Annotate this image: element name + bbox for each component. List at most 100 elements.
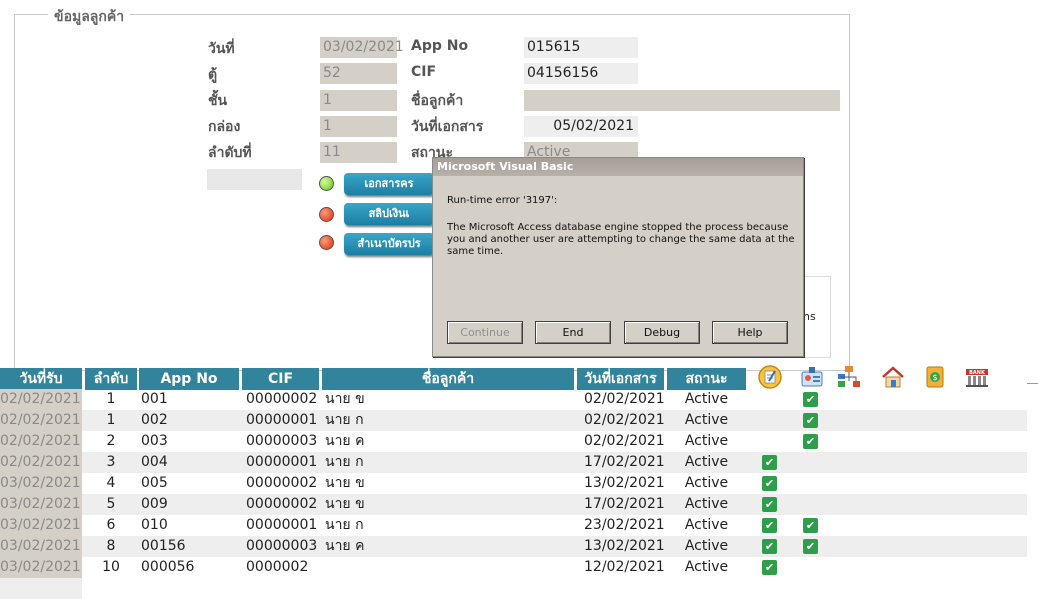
cell-appno[interactable]: 002 [141, 410, 239, 431]
table-row[interactable]: 02/02/2021 1 002 00000001 นาย ก 02/02/2021 Act… [0, 410, 1027, 431]
cell-status[interactable]: Active [667, 557, 746, 578]
cell-appno[interactable]: 009 [141, 494, 239, 515]
cell-received-date[interactable]: 02/02/2021 [0, 410, 82, 431]
cell-doc-date[interactable]: 17/02/2021 [584, 494, 665, 515]
id-card-checkbox-icon[interactable]: ✔ [803, 434, 818, 449]
customer-name-field[interactable] [524, 90, 840, 111]
cell-cif[interactable]: 00000002 [246, 494, 317, 515]
cell-status[interactable]: Active [667, 431, 746, 452]
slip-button[interactable]: สลิปเงินเ [344, 203, 434, 225]
col-header-doc-date[interactable]: วันที่เอกสาร [577, 368, 664, 390]
cell-status[interactable]: Active [667, 536, 746, 557]
table-row[interactable]: 03/02/2021 8 00156 00000003 นาย ค 13/02/2021 A… [0, 536, 1027, 557]
memo-checkbox-icon[interactable]: ✔ [762, 518, 777, 533]
cell-cif[interactable]: 00000001 [246, 410, 317, 431]
cell-received-date[interactable]: 02/02/2021 [0, 389, 82, 410]
cell-received-date[interactable]: 02/02/2021 [0, 431, 82, 452]
cell-customer-name[interactable]: นาย ค [325, 431, 573, 452]
cell-doc-date[interactable]: 23/02/2021 [584, 515, 665, 536]
cell-seq[interactable]: 3 [85, 452, 137, 473]
col-header-appno[interactable]: App No [139, 368, 239, 390]
col-header-customer-name[interactable]: ชื่อลูกค้า [322, 368, 574, 390]
cell-received-date[interactable]: 03/02/2021 [0, 557, 82, 578]
cell-appno[interactable]: 005 [141, 473, 239, 494]
col-header-received-date[interactable]: วันที่รับ [0, 368, 82, 390]
cell-customer-name[interactable] [325, 557, 573, 578]
id-card-checkbox-icon[interactable]: ✔ [803, 413, 818, 428]
id-card-checkbox-icon[interactable]: ✔ [803, 392, 818, 407]
cell-appno[interactable]: 000056 [141, 557, 239, 578]
cell-appno[interactable]: 010 [141, 515, 239, 536]
date-field[interactable]: 03/02/2021 [320, 37, 404, 58]
cell-customer-name[interactable]: นาย ข [325, 473, 573, 494]
col-header-status[interactable]: สถานะ [667, 368, 746, 390]
cell-status[interactable]: Active [667, 410, 746, 431]
cell-appno[interactable]: 00156 [141, 536, 239, 557]
cell-status[interactable]: Active [667, 452, 746, 473]
cell-appno[interactable]: 004 [141, 452, 239, 473]
cell-seq[interactable]: 10 [85, 557, 137, 578]
cell-received-date[interactable]: 03/02/2021 [0, 494, 82, 515]
cell-status[interactable]: Active [667, 494, 746, 515]
cell-doc-date[interactable]: 17/02/2021 [584, 452, 665, 473]
cell-cif[interactable]: 00000001 [246, 452, 317, 473]
memo-icon[interactable] [757, 364, 783, 390]
cell-customer-name[interactable]: นาย ข [325, 389, 573, 410]
cell-seq[interactable]: 4 [85, 473, 137, 494]
cell-seq[interactable]: 5 [85, 494, 137, 515]
continue-button[interactable]: Continue [447, 321, 523, 344]
cell-cif[interactable]: 00000002 [246, 389, 317, 410]
doc-date-field[interactable]: 05/02/2021 [524, 116, 638, 137]
cell-doc-date[interactable]: 13/02/2021 [584, 536, 665, 557]
debug-button[interactable]: Debug [624, 321, 700, 344]
cell-seq[interactable]: 2 [85, 431, 137, 452]
shelf-field[interactable]: 1 [320, 90, 397, 111]
cell-received-date[interactable]: 02/02/2021 [0, 452, 82, 473]
seq-field[interactable]: 11 [320, 142, 397, 163]
cell-status[interactable]: Active [667, 389, 746, 410]
cell-doc-date[interactable]: 13/02/2021 [584, 473, 665, 494]
col-header-cif[interactable]: CIF [242, 368, 319, 390]
cell-customer-name[interactable]: นาย ก [325, 515, 573, 536]
bank-icon[interactable]: BANK [964, 364, 990, 390]
cell-status[interactable]: Active [667, 515, 746, 536]
table-row[interactable]: 02/02/2021 3 004 00000001 นาย ก 17/02/2021 Act… [0, 452, 1027, 473]
memo-checkbox-icon[interactable]: ✔ [762, 497, 777, 512]
cell-seq[interactable]: 6 [85, 515, 137, 536]
blank-field[interactable] [207, 169, 302, 190]
cell-appno[interactable]: 001 [141, 389, 239, 410]
cell-cif[interactable]: 0000002 [246, 557, 316, 578]
org-chart-icon[interactable] [836, 364, 862, 390]
cell-doc-date[interactable]: 02/02/2021 [584, 431, 665, 452]
cabinet-field[interactable]: 52 [320, 63, 397, 84]
table-row[interactable]: 03/02/2021 4 005 00000002 นาย ข 13/02/2021 Act… [0, 473, 1027, 494]
cell-customer-name[interactable]: นาย ก [325, 410, 573, 431]
cell-cif[interactable]: 00000001 [246, 515, 317, 536]
id-card-checkbox-icon[interactable]: ✔ [803, 518, 818, 533]
cell-received-date[interactable]: 03/02/2021 [0, 515, 82, 536]
memo-checkbox-icon[interactable]: ✔ [762, 455, 777, 470]
cell-appno[interactable]: 003 [141, 431, 239, 452]
table-row[interactable]: 03/02/2021 10 000056 0000002 12/02/2021 Activ… [0, 557, 1027, 578]
cell-customer-name[interactable]: นาย ก [325, 452, 573, 473]
id-card-icon[interactable] [799, 364, 825, 390]
cell-seq[interactable]: 1 [85, 389, 137, 410]
cell-seq[interactable]: 1 [85, 410, 137, 431]
cell-cif[interactable]: 00000002 [246, 473, 317, 494]
memo-checkbox-icon[interactable]: ✔ [762, 539, 777, 554]
doc-complete-button[interactable]: เอกสารคร [344, 173, 434, 195]
cell-cif[interactable]: 00000003 [246, 536, 317, 557]
cell-received-date[interactable]: 03/02/2021 [0, 473, 82, 494]
cell-status[interactable]: Active [667, 473, 746, 494]
table-row[interactable]: 02/02/2021 2 003 00000003 นาย ค 02/02/2021 Act… [0, 431, 1027, 452]
table-row[interactable]: 02/02/2021 1 001 00000002 นาย ข 02/02/2021 Act… [0, 389, 1027, 410]
memo-checkbox-icon[interactable]: ✔ [762, 560, 777, 575]
cell-doc-date[interactable]: 02/02/2021 [584, 389, 665, 410]
table-row[interactable]: 03/02/2021 5 009 00000002 นาย ข 17/02/2021 Act… [0, 494, 1027, 515]
box-field[interactable]: 1 [320, 116, 397, 137]
cell-customer-name[interactable]: นาย ข [325, 494, 573, 515]
appno-field[interactable]: 015615 [524, 37, 638, 58]
money-icon[interactable]: $ [922, 364, 948, 390]
cell-customer-name[interactable]: นาย ค [325, 536, 573, 557]
cell-seq[interactable]: 8 [85, 536, 137, 557]
